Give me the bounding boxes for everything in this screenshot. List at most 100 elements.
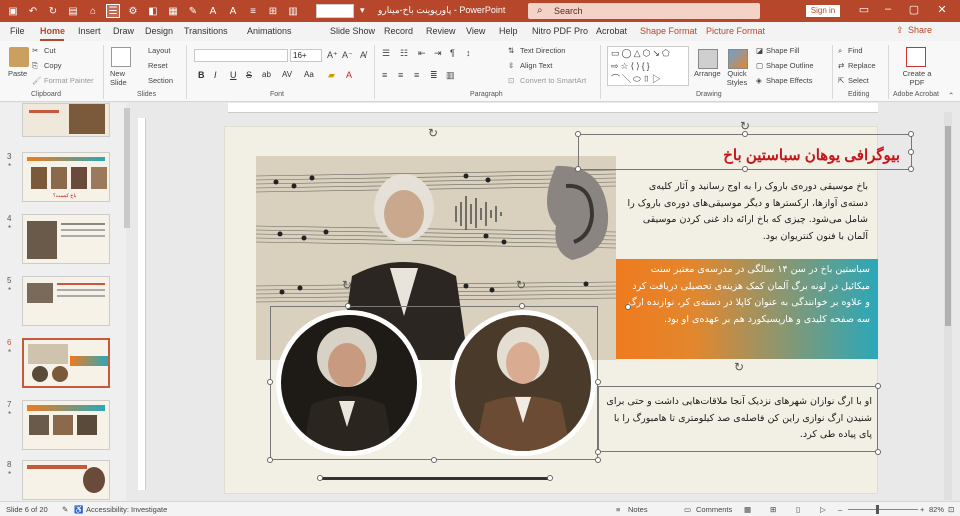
- align-icon[interactable]: ≡: [246, 4, 260, 18]
- slide-thumbnail-selected[interactable]: [22, 338, 110, 388]
- zoom-slider-thumb[interactable]: [876, 505, 879, 514]
- create-pdf-icon[interactable]: [906, 47, 926, 67]
- tab-picture-format[interactable]: Picture Format: [706, 26, 765, 36]
- main-scrollbar-thumb[interactable]: [945, 126, 951, 326]
- tab-design[interactable]: Design: [145, 26, 173, 36]
- maximize-icon[interactable]: ▢: [904, 3, 924, 16]
- justify-icon[interactable]: ≣: [430, 70, 438, 81]
- tab-insert[interactable]: Insert: [78, 26, 101, 36]
- resize-handle[interactable]: [875, 449, 881, 455]
- layout-button[interactable]: Layout: [148, 46, 171, 55]
- paste-button[interactable]: Paste: [8, 69, 27, 78]
- shape-fill-icon[interactable]: ◪: [756, 46, 763, 55]
- replace-icon[interactable]: ⇄: [838, 61, 844, 70]
- convert-smartart-button[interactable]: Convert to SmartArt: [520, 76, 586, 85]
- text-direction-button[interactable]: Text Direction: [520, 46, 565, 55]
- slide-thumbnail[interactable]: باخ کیست؟: [22, 152, 110, 202]
- copy-format-icon[interactable]: ⚙: [126, 4, 140, 18]
- format-painter-brush-icon[interactable]: 🖌: [32, 76, 42, 85]
- tab-home[interactable]: Home: [40, 26, 65, 36]
- sign-in-button[interactable]: Sign in: [806, 5, 840, 17]
- tab-animations[interactable]: Animations: [247, 26, 292, 36]
- reading-view-icon[interactable]: ▯: [796, 505, 800, 514]
- resize-handle[interactable]: [595, 457, 601, 463]
- slideshow-icon[interactable]: ▷: [820, 505, 826, 514]
- indent-increase-icon[interactable]: ⇥: [434, 48, 442, 59]
- quick-styles-icon[interactable]: [728, 49, 748, 69]
- resize-handle[interactable]: [595, 449, 601, 455]
- slide-thumbnail[interactable]: [22, 400, 110, 450]
- bold-button[interactable]: B: [198, 70, 205, 80]
- new-slide-icon[interactable]: [111, 47, 131, 67]
- shape-effects-icon[interactable]: ◈: [756, 76, 762, 85]
- indent-decrease-icon[interactable]: ⇤: [418, 48, 426, 59]
- zoom-in-icon[interactable]: +: [920, 505, 924, 514]
- arrange-button[interactable]: Arrange: [694, 69, 721, 78]
- shape-effects-button[interactable]: Shape Effects: [766, 76, 813, 85]
- zoom-slider[interactable]: [848, 509, 918, 510]
- resize-handle[interactable]: [595, 379, 601, 385]
- dropdown-arrow-icon[interactable]: ▾: [360, 5, 365, 16]
- tab-draw[interactable]: Draw: [113, 26, 134, 36]
- shape-outline-icon[interactable]: ▢: [756, 61, 763, 70]
- picture-icon[interactable]: ▦: [166, 4, 180, 18]
- normal-view-icon[interactable]: ▦: [744, 505, 751, 514]
- notes-icon[interactable]: ≡: [616, 505, 620, 514]
- spacing-button[interactable]: AV: [282, 70, 292, 79]
- accessibility-icon[interactable]: ♿: [74, 505, 83, 514]
- columns-icon[interactable]: ▥: [446, 70, 455, 81]
- rotate-handle-icon[interactable]: ↻: [516, 278, 526, 292]
- new-slide-button[interactable]: New Slide: [110, 69, 132, 87]
- zoom-out-icon[interactable]: –: [838, 505, 842, 514]
- paragraph-intro[interactable]: باخ موسیقی دوره‌ی باروک را به اوج رسانید…: [620, 179, 868, 245]
- comments-button[interactable]: Comments: [696, 505, 732, 514]
- format-painter-icon[interactable]: ⌂: [86, 4, 100, 18]
- paragraph-education[interactable]: سباستین باخ در سن ۱۴ سالگی در مدرسه‌ی مع…: [626, 262, 870, 328]
- reset-button[interactable]: Reset: [148, 61, 168, 70]
- resize-handle[interactable]: [908, 149, 914, 155]
- font-size-quick-field[interactable]: [316, 4, 354, 18]
- replace-button[interactable]: Replace: [848, 61, 876, 70]
- resize-handle[interactable]: [575, 166, 581, 172]
- tab-view[interactable]: View: [466, 26, 485, 36]
- minimize-icon[interactable]: –: [878, 3, 898, 15]
- font-color-icon[interactable]: A: [226, 4, 240, 18]
- tab-record[interactable]: Record: [384, 26, 413, 36]
- line-spacing-icon[interactable]: ↕: [466, 48, 471, 58]
- tab-help[interactable]: Help: [499, 26, 518, 36]
- shadow-button[interactable]: ab: [262, 70, 271, 79]
- font-family-field[interactable]: [194, 49, 288, 62]
- shape-icon[interactable]: ◧: [146, 4, 160, 18]
- zoom-level[interactable]: 82%: [929, 505, 944, 514]
- decrease-font-icon[interactable]: A⁻: [342, 50, 353, 61]
- rtl-icon[interactable]: ¶: [450, 48, 455, 58]
- resize-handle[interactable]: [575, 131, 581, 137]
- section-button[interactable]: Section: [148, 76, 173, 85]
- italic-button[interactable]: I: [214, 70, 217, 80]
- comments-icon[interactable]: ▭: [684, 505, 691, 514]
- resize-handle[interactable]: [345, 303, 351, 309]
- horizontal-ruler[interactable]: [228, 103, 878, 113]
- presentation-icon[interactable]: ▤: [66, 4, 80, 18]
- rotate-handle-icon[interactable]: ↻: [428, 126, 438, 140]
- resize-handle[interactable]: [267, 379, 273, 385]
- cut-icon[interactable]: ✂: [32, 46, 38, 55]
- slide-thumbnail[interactable]: [22, 276, 110, 326]
- change-case-button[interactable]: Aa: [304, 70, 314, 79]
- strikethrough-button[interactable]: S: [246, 70, 252, 80]
- resize-handle[interactable]: [625, 304, 631, 310]
- shapes-gallery[interactable]: ▭◯△⬡↘⬠ ⇨☆⟨⟩{} ⌒╲⬭▯▷: [607, 46, 689, 86]
- spellcheck-icon[interactable]: ✎: [62, 505, 68, 514]
- find-button[interactable]: Find: [848, 46, 863, 55]
- align-text-icon[interactable]: ⇳: [508, 61, 514, 70]
- select-button[interactable]: Select: [848, 76, 869, 85]
- highlight-icon[interactable]: ▰: [328, 70, 335, 81]
- tab-acrobat[interactable]: Acrobat: [596, 26, 627, 36]
- resize-handle[interactable]: [875, 383, 881, 389]
- align-center-icon[interactable]: ≡: [398, 70, 403, 80]
- search-input[interactable]: ⌕ Search: [528, 3, 760, 19]
- font-size-field[interactable]: 16+: [290, 49, 322, 62]
- slide-thumbnail[interactable]: [22, 214, 110, 264]
- align-left-icon[interactable]: ≡: [382, 70, 387, 80]
- thumbnail-scrollbar[interactable]: [124, 108, 130, 228]
